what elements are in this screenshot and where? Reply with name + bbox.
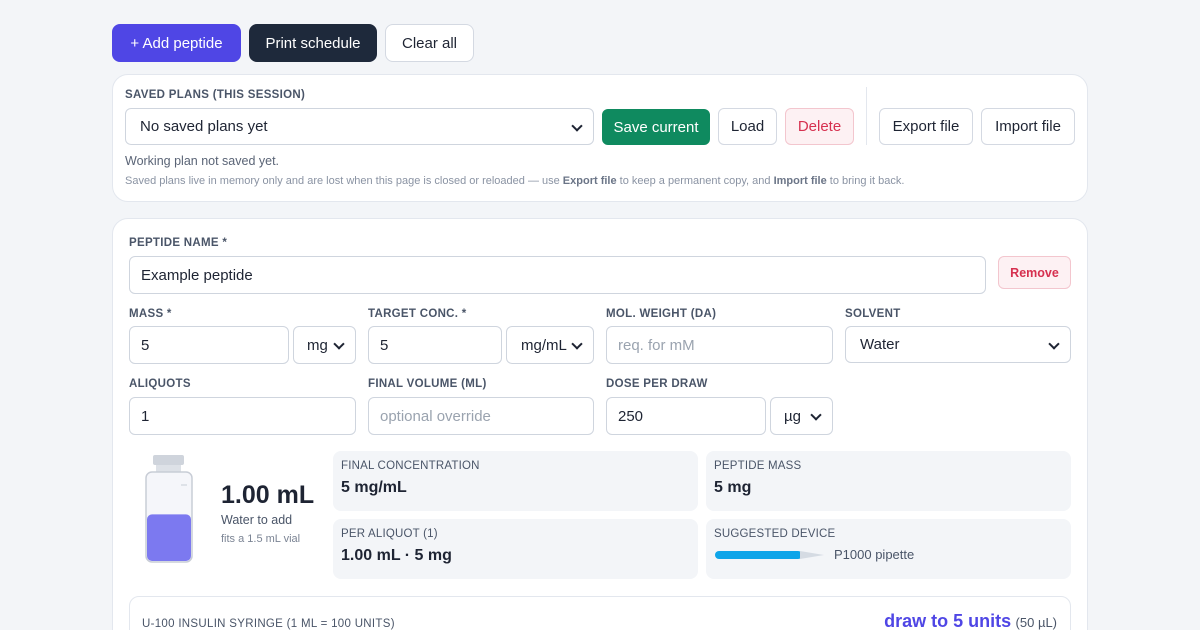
final-concentration-label: FINAL CONCENTRATION <box>341 460 480 472</box>
final-concentration-stat: FINAL CONCENTRATION 5 mg/mL <box>333 451 698 511</box>
saved-plans-label: SAVED PLANS (THIS SESSION) <box>125 89 306 101</box>
load-button[interactable]: Load <box>718 108 777 145</box>
final-volume-label: FINAL VOLUME (ML) <box>368 378 487 390</box>
vial-icon <box>145 455 193 563</box>
syringe-draw: draw to 5 units (50 µL) <box>884 611 1057 630</box>
peptide-mass-label: PEPTIDE MASS <box>714 460 802 472</box>
mass-label: MASS * <box>129 308 172 320</box>
per-aliquot-stat: PER ALIQUOT (1) 1.00 mL · 5 mg <box>333 519 698 579</box>
dose-unit-select[interactable]: µg <box>770 397 833 435</box>
peptide-name-input[interactable]: Example peptide <box>129 256 986 294</box>
clear-all-button[interactable]: Clear all <box>385 24 474 62</box>
divider <box>866 87 867 145</box>
mol-weight-input[interactable]: req. for mM <box>606 326 833 364</box>
pipette-icon <box>715 551 824 559</box>
add-peptide-button[interactable]: + Add peptide <box>112 24 241 62</box>
saved-plans-select[interactable]: No saved plans yet <box>125 108 594 145</box>
mass-input[interactable]: 5 <box>129 326 289 364</box>
aliquots-input[interactable]: 1 <box>129 397 356 435</box>
vial-fit-note: fits a 1.5 mL vial <box>221 533 301 545</box>
solvent-label: SOLVENT <box>845 308 901 320</box>
pipette-body <box>715 551 802 559</box>
vial-cap <box>153 455 184 465</box>
peptide-mass-value: 5 mg <box>714 479 752 496</box>
mol-weight-label: MOL. WEIGHT (DA) <box>606 308 717 320</box>
print-schedule-button[interactable]: Print schedule <box>249 24 377 62</box>
import-file-ref: Import file <box>773 175 827 187</box>
water-volume: 1.00 mL <box>221 481 315 509</box>
peptide-name-label: PEPTIDE NAME * <box>129 237 228 249</box>
final-concentration-value: 5 mg/mL <box>341 479 407 496</box>
remove-peptide-button[interactable]: Remove <box>998 256 1071 289</box>
target-conc-label: TARGET CONC. * <box>368 308 467 320</box>
suggested-device-stat: SUGGESTED DEVICE P1000 pipette <box>706 519 1071 579</box>
peptide-mass-stat: PEPTIDE MASS 5 mg <box>706 451 1071 511</box>
pipette-tip <box>800 551 824 559</box>
per-aliquot-value: 1.00 mL · 5 mg <box>341 547 452 564</box>
syringe-draw-volume: (50 µL) <box>1015 615 1057 630</box>
mass-unit-select[interactable]: mg <box>293 326 356 364</box>
target-unit-select[interactable]: mg/mL <box>506 326 594 364</box>
delete-button[interactable]: Delete <box>785 108 854 145</box>
toolbar: + Add peptide Print schedule Clear all <box>112 24 474 62</box>
solvent-select[interactable]: Water <box>845 326 1071 363</box>
target-conc-input[interactable]: 5 <box>368 326 502 364</box>
plans-help-text: Saved plans live in memory only and are … <box>125 175 905 187</box>
syringe-label: U-100 INSULIN SYRINGE (1 ML = 100 UNITS) <box>142 618 395 630</box>
saved-plans-select-value: No saved plans yet <box>140 118 268 135</box>
plan-status-text: Working plan not saved yet. <box>125 154 280 168</box>
aliquots-label: ALIQUOTS <box>129 378 191 390</box>
export-file-ref: Export file <box>562 175 617 187</box>
import-file-button[interactable]: Import file <box>981 108 1075 145</box>
per-aliquot-label: PER ALIQUOT (1) <box>341 528 438 540</box>
suggested-device-label: SUGGESTED DEVICE <box>714 528 836 540</box>
vial-liquid <box>147 514 191 561</box>
suggested-device-name: P1000 pipette <box>834 547 915 562</box>
syringe-draw-units: draw to 5 units <box>884 611 1012 630</box>
vial-neck <box>156 465 181 472</box>
saved-plans-card: SAVED PLANS (THIS SESSION) No saved plan… <box>112 74 1088 202</box>
dose-label: DOSE PER DRAW <box>606 378 708 390</box>
peptide-card: PEPTIDE NAME * Example peptide Remove MA… <box>112 218 1088 630</box>
save-current-button[interactable]: Save current <box>602 109 710 145</box>
final-volume-input[interactable]: optional override <box>368 397 594 435</box>
export-file-button[interactable]: Export file <box>879 108 973 145</box>
water-volume-caption: Water to add <box>221 513 293 527</box>
syringe-card: U-100 INSULIN SYRINGE (1 ML = 100 UNITS)… <box>129 596 1071 630</box>
dose-input[interactable]: 250 <box>606 397 766 435</box>
